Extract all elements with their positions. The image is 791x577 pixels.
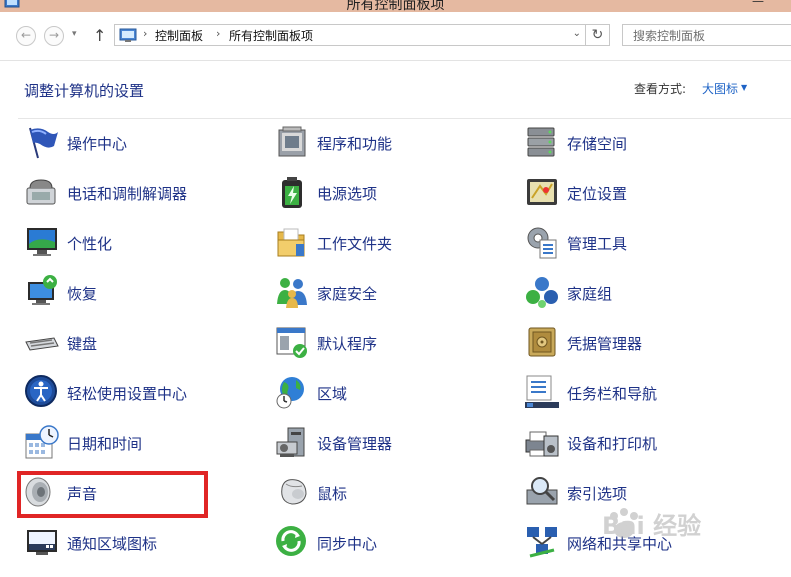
item-label: 通知区域图标	[67, 535, 158, 553]
notification-area-icon	[27, 530, 57, 555]
item-label: 程序和功能	[317, 135, 393, 153]
item-label: 凭据管理器	[567, 335, 643, 353]
item-label: 同步中心	[317, 535, 378, 553]
breadcrumb-separator: ›	[143, 27, 148, 40]
search-box[interactable]	[622, 24, 791, 46]
location-icon	[527, 179, 557, 205]
keyboard-icon	[25, 337, 59, 351]
recent-locations-dropdown-icon[interactable]: ▾	[72, 29, 77, 39]
flag-icon	[29, 127, 58, 159]
item-label: 电源选项	[317, 185, 378, 203]
item-label: 默认程序	[317, 335, 378, 353]
watermark-text: Bai 经验	[602, 512, 702, 540]
item-label: 日期和时间	[67, 435, 143, 453]
view-by-chevron-icon[interactable]: ▼	[741, 83, 747, 92]
item-label: 家庭安全	[317, 285, 378, 303]
page-title: 调整计算机的设置	[24, 82, 145, 100]
search-input[interactable]	[631, 26, 785, 46]
breadcrumb-separator: ›	[216, 27, 221, 40]
back-arrow-icon: ←	[20, 28, 32, 42]
default-programs-icon	[276, 327, 307, 358]
forward-arrow-icon: →	[48, 28, 60, 42]
network-icon	[527, 527, 557, 558]
refresh-button[interactable]: ↻	[586, 24, 610, 46]
personalization-icon	[27, 228, 57, 256]
printer-icon	[525, 431, 559, 457]
item-label: 恢复	[67, 285, 98, 303]
region-globe-icon	[276, 377, 304, 409]
recovery-icon	[28, 275, 57, 305]
item-label: 轻松使用设置中心	[67, 385, 188, 403]
indexing-icon	[526, 477, 558, 505]
item-label: 个性化	[67, 235, 113, 253]
item-label: 任务栏和导航	[567, 385, 658, 403]
item-label: 电话和调制解调器	[67, 185, 188, 203]
item-label: 设备管理器	[317, 435, 393, 453]
item-label: 鼠标	[317, 485, 348, 503]
item-label: 管理工具	[567, 235, 628, 253]
item-label: 家庭组	[567, 285, 613, 303]
sync-icon	[276, 526, 306, 556]
programs-icon	[278, 126, 306, 157]
taskbar-icon	[525, 375, 559, 408]
item-label: 区域	[317, 385, 348, 403]
minimize-button[interactable]: —	[752, 0, 764, 8]
view-by-label: 查看方式:	[634, 82, 687, 96]
breadcrumb-control-panel[interactable]: 控制面板	[155, 27, 203, 44]
item-label: 工作文件夹	[317, 235, 393, 253]
item-label: 设备和打印机	[567, 435, 658, 453]
address-bar[interactable]: › 控制面板 › 所有控制面板项 ⌄	[114, 24, 586, 46]
header-divider	[18, 118, 791, 119]
device-manager-icon	[276, 427, 305, 457]
phone-modem-icon	[26, 179, 56, 205]
address-dropdown-icon[interactable]: ⌄	[573, 28, 581, 39]
homegroup-icon	[526, 277, 558, 308]
family-safety-icon	[277, 278, 307, 308]
back-button[interactable]: ←	[16, 26, 36, 46]
item-label: 存储空间	[567, 135, 628, 153]
credential-safe-icon	[528, 327, 556, 357]
mouse-icon	[281, 479, 307, 505]
forward-button[interactable]: →	[44, 26, 64, 46]
item-label: 定位设置	[567, 185, 628, 203]
battery-icon	[282, 177, 302, 208]
storage-icon	[527, 127, 555, 157]
item-label: 键盘	[67, 335, 98, 353]
highlight-box	[17, 471, 208, 518]
breadcrumb-all-items[interactable]: 所有控制面板项	[229, 27, 313, 44]
item-label: 操作中心	[67, 135, 128, 153]
up-button[interactable]: ↑	[93, 26, 106, 46]
item-label: 索引选项	[567, 485, 628, 503]
folder-icon	[277, 228, 305, 257]
refresh-icon: ↻	[591, 27, 604, 43]
control-panel-icon	[119, 28, 137, 42]
view-by-dropdown[interactable]: 大图标	[702, 80, 738, 97]
calendar-clock-icon	[25, 425, 59, 459]
title-bar: 所有控制面板项 —	[0, 0, 791, 12]
admin-tools-icon	[527, 227, 557, 259]
navigation-toolbar: ← → ▾ ↑ › 控制面板 › 所有控制面板项 ⌄ ↻	[0, 12, 791, 61]
ease-of-access-icon	[25, 375, 57, 407]
window-title: 所有控制面板项	[346, 0, 445, 12]
up-arrow-icon: ↑	[93, 26, 107, 45]
